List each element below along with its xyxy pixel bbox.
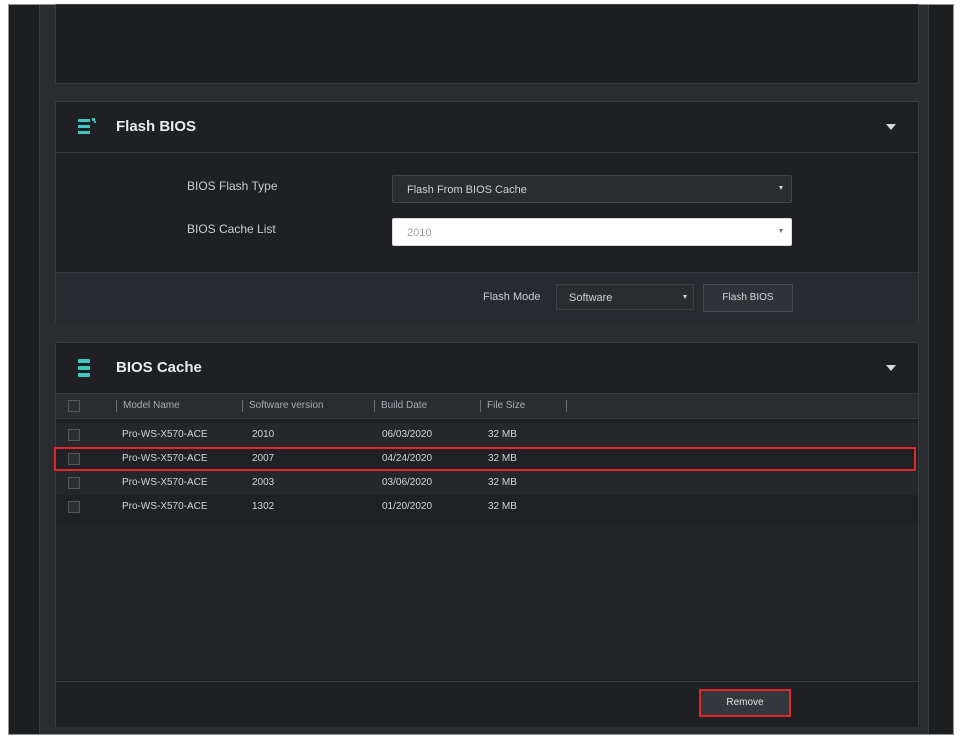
app-window: Flash BIOS BIOS Flash Type Flash From BI… [8, 4, 954, 735]
cell-size: 32 MB [488, 501, 517, 512]
flash-action-bar: Flash Mode Software Flash BIOS [56, 272, 918, 323]
table-header: Model Name Software version Build Date F… [56, 394, 918, 419]
cell-model: Pro-WS-X570-ACE [122, 501, 208, 512]
flash-mode-value: Software [569, 292, 613, 304]
bios-flash-type-label: BIOS Flash Type [187, 179, 278, 193]
bios-cache-header[interactable]: BIOS Cache [56, 343, 918, 394]
table-empty-area [56, 523, 918, 680]
flash-bios-header[interactable]: Flash BIOS [56, 102, 918, 153]
bios-cache-title: BIOS Cache [116, 359, 202, 376]
bios-settings-icon [78, 118, 98, 141]
chevron-down-icon[interactable] [886, 365, 896, 371]
dropdown-arrow-icon [683, 295, 687, 299]
bios-cache-icon [78, 359, 92, 384]
flash-bios-button[interactable]: Flash BIOS [703, 284, 793, 312]
selected-row-highlight [54, 447, 916, 471]
col-model-name[interactable]: Model Name [116, 400, 180, 412]
bios-flash-type-select[interactable]: Flash From BIOS Cache [392, 175, 792, 203]
select-all-checkbox[interactable] [68, 400, 80, 412]
col-software-version[interactable]: Software version [242, 400, 323, 412]
chevron-down-icon[interactable] [886, 124, 896, 130]
col-build-date[interactable]: Build Date [374, 400, 427, 412]
bios-flash-type-value: Flash From BIOS Cache [407, 184, 527, 196]
cell-date: 03/06/2020 [382, 477, 433, 488]
flash-mode-select[interactable]: Software [556, 284, 694, 310]
flash-bios-title: Flash BIOS [116, 118, 197, 135]
dropdown-arrow-icon [779, 229, 783, 233]
cell-version: 1302 [252, 501, 275, 512]
dropdown-arrow-icon [779, 186, 783, 190]
row-checkbox[interactable] [68, 429, 80, 441]
remove-button[interactable]: Remove [699, 689, 791, 717]
bios-cache-list-label: BIOS Cache List [187, 222, 276, 236]
right-rail [928, 5, 953, 734]
cell-size: 32 MB [488, 429, 517, 440]
left-rail [9, 5, 40, 734]
bios-cache-list-value: 2010 [407, 227, 432, 239]
col-divider [566, 400, 573, 412]
flash-bios-panel: Flash BIOS BIOS Flash Type Flash From BI… [55, 101, 919, 323]
col-file-size[interactable]: File Size [480, 400, 525, 412]
bios-cache-list-select[interactable]: 2010 [392, 218, 792, 246]
table-row[interactable]: Pro-WS-X570-ACE 1302 01/20/2020 32 MB [56, 495, 918, 519]
row-checkbox[interactable] [68, 501, 80, 513]
row-checkbox[interactable] [68, 477, 80, 489]
table-row[interactable]: Pro-WS-X570-ACE 2010 06/03/2020 32 MB [56, 423, 918, 447]
cell-version: 2010 [252, 429, 275, 440]
cell-version: 2003 [252, 477, 275, 488]
cell-date: 06/03/2020 [382, 429, 433, 440]
table-row[interactable]: Pro-WS-X570-ACE 2003 03/06/2020 32 MB [56, 471, 918, 495]
cell-model: Pro-WS-X570-ACE [122, 477, 208, 488]
cell-date: 01/20/2020 [382, 501, 433, 512]
cell-size: 32 MB [488, 477, 517, 488]
cell-model: Pro-WS-X570-ACE [122, 429, 208, 440]
bios-cache-panel: BIOS Cache Model Name Software version B… [54, 342, 919, 727]
cache-action-bar: Remove [56, 681, 918, 727]
flash-mode-label: Flash Mode [483, 291, 541, 303]
top-panel [55, 4, 919, 84]
